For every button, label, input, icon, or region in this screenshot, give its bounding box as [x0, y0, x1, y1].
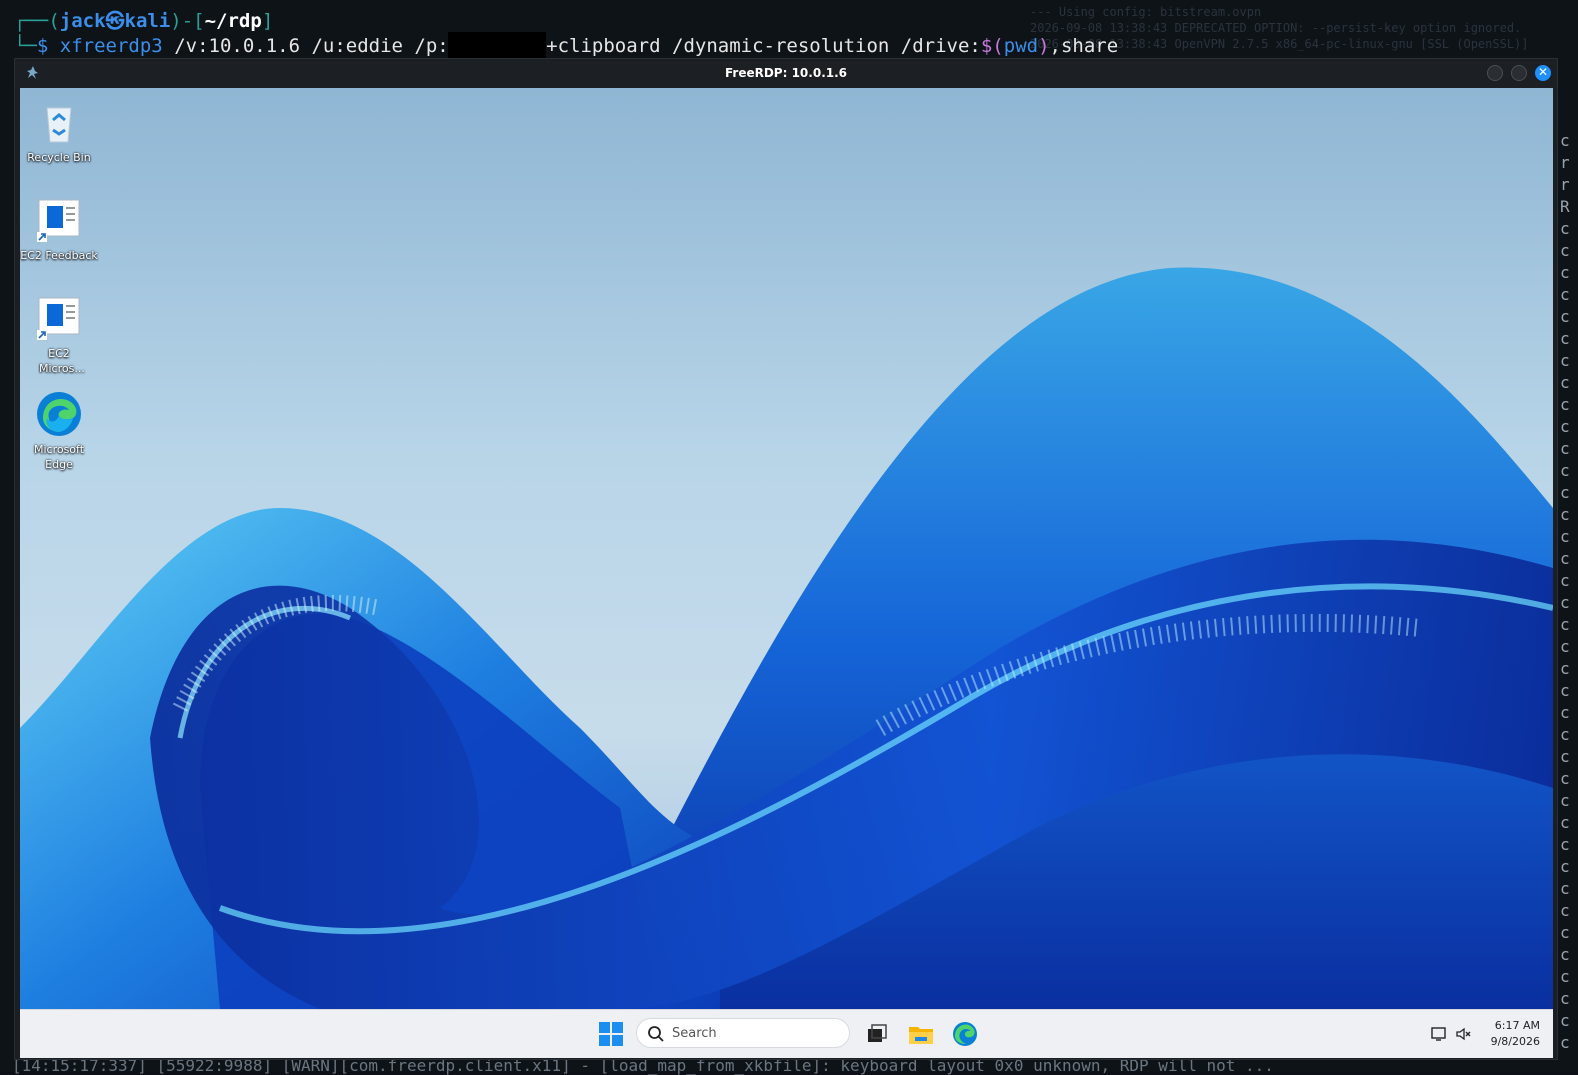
prompt-cwd: ~/rdp	[204, 10, 262, 32]
terminal-prompt-line: ┌──(jack㉿kali)-[~/rdp]	[14, 10, 274, 32]
remote-desktop[interactable]: Recycle Bin EC2 Feedback EC2 Micros... M…	[20, 88, 1553, 1009]
taskbar: Search 6:17 AM 9/8/2026	[20, 1009, 1553, 1058]
command-name: xfreerdp3	[59, 35, 163, 57]
freerdp-window[interactable]: FreeRDP: 10.0.1.6 ✕ Recycle Bin EC2 Feed…	[14, 58, 1558, 1060]
window-titlebar[interactable]: FreeRDP: 10.0.1.6 ✕	[15, 59, 1557, 88]
ec2-microsoft-icon	[35, 294, 83, 342]
edge-icon	[35, 390, 83, 438]
ec2-feedback-icon	[35, 196, 83, 244]
terminal-right-column: c r r R c c c c c c c c c c c c c c c c …	[1560, 131, 1570, 1052]
windows-start-icon[interactable]	[599, 1022, 623, 1046]
clock-time: 6:17 AM	[1494, 1019, 1540, 1032]
close-button[interactable]: ✕	[1535, 65, 1551, 81]
prompt-user: jack㉿kali	[59, 10, 171, 32]
clock-date: 9/8/2026	[1490, 1035, 1540, 1048]
recycle-bin-icon	[35, 98, 83, 146]
taskbar-search[interactable]: Search	[636, 1018, 850, 1048]
desktop-icon-ec2-microsoft[interactable]: EC2 Micros...	[20, 294, 98, 376]
terminal-command-line[interactable]: └─$ xfreerdp3 /v:10.0.1.6 /u:eddie /p:s +…	[14, 32, 1118, 58]
desktop-icon-ec2-feedback[interactable]: EC2 Feedback	[20, 196, 98, 263]
search-placeholder: Search	[672, 1026, 717, 1041]
volume-muted-icon[interactable]	[1454, 1025, 1472, 1043]
network-icon[interactable]	[1430, 1025, 1448, 1043]
task-view-icon[interactable]	[863, 1020, 891, 1048]
file-explorer-icon[interactable]	[907, 1020, 935, 1048]
search-icon	[648, 1026, 664, 1042]
edge-taskbar-icon[interactable]	[951, 1020, 979, 1048]
desktop-icon-microsoft-edge[interactable]: Microsoft Edge	[20, 390, 98, 472]
window-title: FreeRDP: 10.0.1.6	[724, 66, 848, 80]
desktop-icon-recycle-bin[interactable]: Recycle Bin	[20, 98, 98, 165]
taskbar-clock[interactable]: 6:17 AM 9/8/2026	[1480, 1018, 1540, 1050]
redacted-password	[448, 32, 547, 58]
wallpaper-bloom	[20, 267, 1553, 1009]
minimize-button[interactable]	[1487, 65, 1503, 81]
maximize-button[interactable]	[1511, 65, 1527, 81]
